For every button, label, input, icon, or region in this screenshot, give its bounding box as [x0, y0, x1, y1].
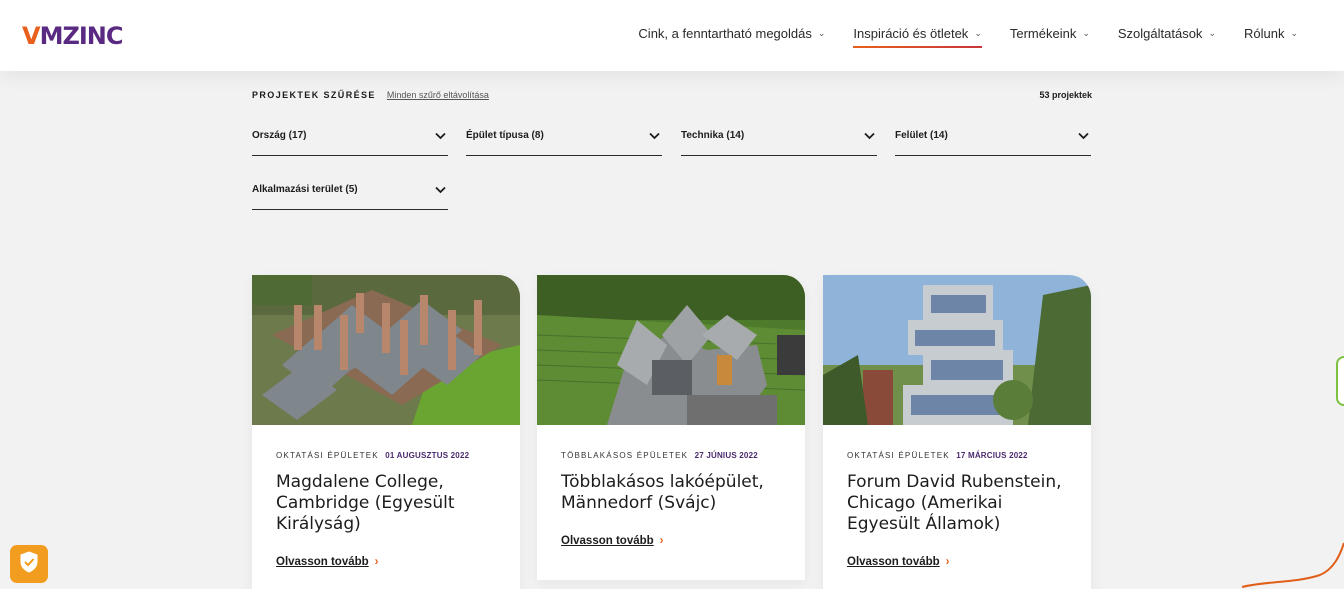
- project-title[interactable]: Többlakásos lakóépület, Männedorf (Svájc…: [561, 472, 791, 514]
- chevron-down-icon: [649, 128, 660, 143]
- read-more-link[interactable]: Olvasson tovább ›: [561, 535, 664, 547]
- vmzinc-logo[interactable]: V MZINC: [22, 22, 123, 50]
- chevron-right-icon: ›: [945, 556, 950, 568]
- shield-check-icon: [18, 550, 40, 579]
- clear-filters-link[interactable]: Minden szűrő eltávolítása: [387, 90, 489, 100]
- filter-orszag[interactable]: Ország (17): [252, 130, 448, 156]
- filter-header: PROJEKTEK SZŰRÉSE Minden szűrő eltávolít…: [252, 90, 1092, 100]
- chevron-down-icon: [864, 128, 875, 143]
- nav-item-label: Rólunk: [1243, 26, 1285, 41]
- chevron-down-icon: ⌄: [1290, 28, 1298, 38]
- nav-item-label: Cink, a fenntartható megoldás: [638, 26, 812, 41]
- filter-epulet-tipusa[interactable]: Épület típusa (8): [466, 130, 662, 156]
- project-title[interactable]: Forum David Rubenstein, Chicago (Amerika…: [847, 472, 1077, 535]
- filter-alkalmazasi-terulet[interactable]: Alkalmazási terület (5): [252, 184, 448, 210]
- filter-technika[interactable]: Technika (14): [681, 130, 877, 156]
- chevron-right-icon: ›: [374, 556, 379, 568]
- project-meta: TÖBBLAKÁSOS ÉPÜLETEK 27 JÚNIUS 2022: [561, 451, 758, 460]
- chevron-right-icon: ›: [659, 535, 664, 547]
- chevron-down-icon: ⌄: [817, 28, 826, 38]
- filter-label: Alkalmazási terület (5): [252, 184, 358, 195]
- project-card[interactable]: OKTATÁSI ÉPÜLETEK 01 AUGUSZTUS 2022 Magd…: [252, 275, 520, 589]
- read-more-link[interactable]: Olvasson tovább ›: [847, 556, 950, 568]
- project-date: 27 JÚNIUS 2022: [694, 451, 758, 460]
- filter-felulet[interactable]: Felület (14): [895, 130, 1091, 156]
- chevron-down-icon: ⌄: [974, 28, 982, 38]
- project-date: 17 MÁRCIUS 2022: [956, 451, 1028, 460]
- chevron-down-icon: [435, 128, 446, 143]
- nav-item-cink[interactable]: Cink, a fenntartható megoldás ⌄: [638, 26, 825, 47]
- project-image[interactable]: [823, 275, 1091, 425]
- project-meta: OKTATÁSI ÉPÜLETEK 17 MÁRCIUS 2022: [847, 451, 1028, 460]
- chevron-down-icon: [1078, 128, 1089, 143]
- project-card[interactable]: OKTATÁSI ÉPÜLETEK 17 MÁRCIUS 2022 Forum …: [823, 275, 1091, 589]
- decorative-curve: [1241, 542, 1344, 588]
- logo-v: V: [22, 22, 41, 50]
- main-nav: Cink, a fenntartható megoldás ⌄ Inspirác…: [638, 26, 1298, 48]
- project-image[interactable]: [537, 275, 805, 425]
- nav-item-termekeink[interactable]: Termékeink ⌄: [1010, 26, 1090, 47]
- filter-title: PROJEKTEK SZŰRÉSE: [252, 90, 376, 100]
- nav-item-label: Szolgáltatások: [1117, 26, 1203, 41]
- project-count: 53 projektek: [1039, 90, 1092, 100]
- project-category: TÖBBLAKÁSOS ÉPÜLETEK: [561, 451, 689, 460]
- project-meta: OKTATÁSI ÉPÜLETEK 01 AUGUSZTUS 2022: [276, 451, 469, 460]
- nav-item-rolunk[interactable]: Rólunk ⌄: [1244, 26, 1298, 47]
- project-card[interactable]: TÖBBLAKÁSOS ÉPÜLETEK 27 JÚNIUS 2022 Több…: [537, 275, 805, 580]
- nav-item-szolgaltatasok[interactable]: Szolgáltatások ⌄: [1118, 26, 1216, 47]
- filter-label: Ország (17): [252, 130, 307, 141]
- nav-item-label: Inspiráció és ötletek: [853, 26, 969, 41]
- filter-label: Felület (14): [895, 130, 948, 141]
- nav-item-inspiracio[interactable]: Inspiráció és ötletek ⌄: [853, 26, 983, 48]
- filter-label: Épület típusa (8): [466, 130, 544, 141]
- chevron-down-icon: ⌄: [1208, 28, 1216, 38]
- project-image[interactable]: [252, 275, 520, 425]
- read-more-label: Olvasson tovább: [561, 535, 654, 547]
- read-more-label: Olvasson tovább: [276, 556, 369, 568]
- read-more-label: Olvasson tovább: [847, 556, 940, 568]
- site-header: V MZINC Cink, a fenntartható megoldás ⌄ I…: [0, 0, 1344, 71]
- nav-item-label: Termékeink: [1009, 26, 1077, 41]
- filter-label: Technika (14): [681, 130, 745, 141]
- project-category: OKTATÁSI ÉPÜLETEK: [847, 451, 950, 460]
- project-date: 01 AUGUSZTUS 2022: [385, 451, 470, 460]
- cookie-consent-button[interactable]: [10, 545, 48, 583]
- read-more-link[interactable]: Olvasson tovább ›: [276, 556, 379, 568]
- project-category: OKTATÁSI ÉPÜLETEK: [276, 451, 379, 460]
- feedback-widget[interactable]: [1336, 356, 1344, 406]
- project-title[interactable]: Magdalene College, Cambridge (Egyesült K…: [276, 472, 506, 535]
- logo-rest: MZINC: [39, 22, 124, 50]
- chevron-down-icon: ⌄: [1082, 28, 1090, 38]
- chevron-down-icon: [435, 182, 446, 197]
